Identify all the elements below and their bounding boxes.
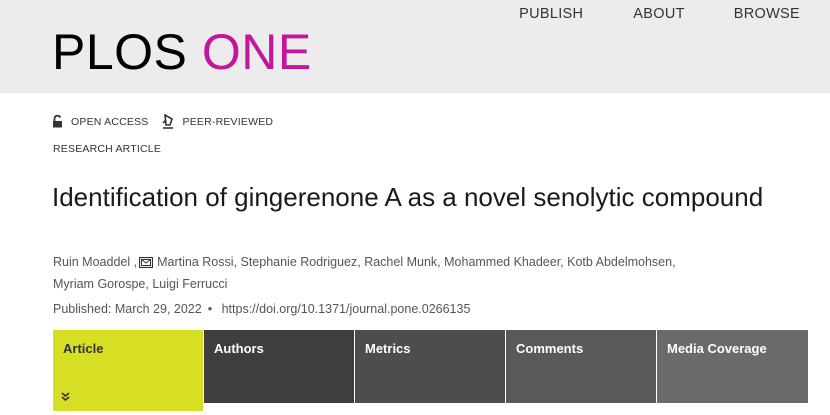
tab-authors[interactable]: Authors <box>204 330 354 403</box>
tab-article[interactable]: Article <box>53 330 203 411</box>
article-title: Identification of gingerenone A as a nov… <box>52 182 764 212</box>
peer-review-icon <box>162 114 174 129</box>
article-tabs: Article Authors Metrics Comments Media C… <box>53 330 809 411</box>
tab-media-coverage-label: Media Coverage <box>667 341 767 356</box>
author-name[interactable]: Martina Rossi, <box>157 255 237 269</box>
tab-metrics[interactable]: Metrics <box>355 330 505 403</box>
tab-metrics-label: Metrics <box>365 341 411 356</box>
author-list: Ruin Moaddel , Martina Rossi, Stephanie R… <box>53 251 773 295</box>
separator-dot: • <box>207 302 213 316</box>
open-access-label: OPEN ACCESS <box>71 115 149 128</box>
author-name[interactable]: Kotb Abdelmohsen, <box>567 255 675 269</box>
chevron-down-icon <box>61 392 70 402</box>
peer-reviewed-label: PEER-REVIEWED <box>182 115 274 128</box>
site-header: PLOS ONE PUBLISH ABOUT BROWSE <box>0 0 830 93</box>
tab-article-label: Article <box>63 341 104 356</box>
peer-reviewed-badge: PEER-REVIEWED <box>162 114 273 129</box>
nav-browse[interactable]: BROWSE <box>734 6 800 22</box>
author-name[interactable]: Mohammed Khadeer, <box>444 255 564 269</box>
plos-one-logo[interactable]: PLOS ONE <box>52 24 312 80</box>
logo-plos: PLOS <box>52 24 188 80</box>
nav-publish[interactable]: PUBLISH <box>519 6 583 22</box>
email-icon[interactable] <box>139 257 154 268</box>
author-name[interactable]: Ruin Moaddel , <box>53 255 157 269</box>
tab-media-coverage[interactable]: Media Coverage <box>657 330 808 403</box>
unlock-icon <box>53 115 62 128</box>
article-badges: OPEN ACCESS PEER-REVIEWED <box>52 114 273 129</box>
doi-link[interactable]: https://doi.org/10.1371/journal.pone.026… <box>222 302 471 316</box>
nav-about[interactable]: ABOUT <box>633 6 684 22</box>
tab-authors-label: Authors <box>214 341 264 356</box>
author-name[interactable]: Stephanie Rodriguez, <box>240 255 360 269</box>
published-date: Published: March 29, 2022 <box>53 302 202 316</box>
logo-one: ONE <box>201 24 312 80</box>
tab-comments[interactable]: Comments <box>506 330 656 403</box>
author-name[interactable]: Luigi Ferrucci <box>152 277 227 291</box>
author-name[interactable]: Myriam Gorospe, <box>53 277 149 291</box>
top-nav: PUBLISH ABOUT BROWSE <box>519 6 800 22</box>
tab-comments-label: Comments <box>516 341 584 356</box>
publication-info: Published: March 29, 2022 • https://doi.o… <box>53 302 470 316</box>
article-type: RESEARCH ARTICLE <box>53 143 162 155</box>
author-name[interactable]: Rachel Munk, <box>364 255 440 269</box>
open-access-badge: OPEN ACCESS <box>52 115 148 128</box>
